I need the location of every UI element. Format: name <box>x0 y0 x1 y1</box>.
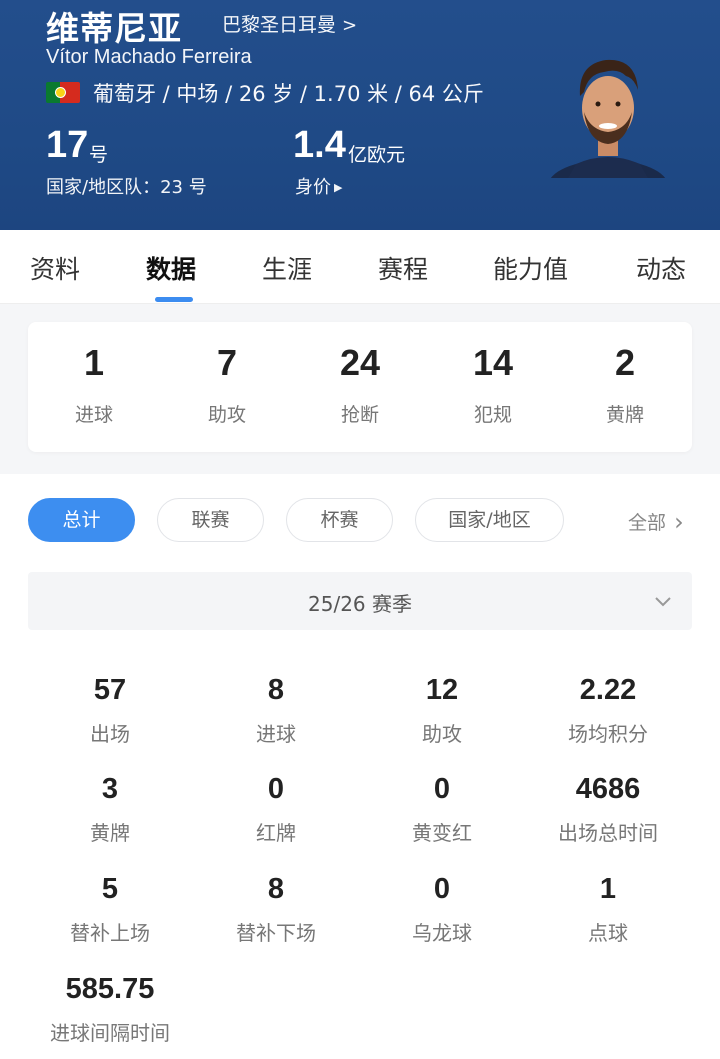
stat-label: 出场 <box>90 722 130 746</box>
stat-value: 2.22 <box>579 674 637 706</box>
portugal-flag-icon <box>46 82 80 103</box>
tab-schedule[interactable]: 赛程 <box>378 250 428 286</box>
stat-label: 黄牌 <box>90 821 130 845</box>
summary-value: 7 <box>216 342 238 383</box>
club-name: 巴黎圣日耳曼 <box>222 14 337 36</box>
summary-label: 黄牌 <box>605 404 644 426</box>
player-avatar <box>550 59 666 178</box>
tab-bar: 资料 数据 生涯 赛程 能力值 动态 <box>0 230 720 304</box>
shirt-number: 17 <box>46 124 89 166</box>
stat-label: 进球 <box>256 722 296 746</box>
filter-total[interactable]: 总计 <box>28 498 135 542</box>
stat-label: 进球间隔时间 <box>50 1021 170 1045</box>
tab-news[interactable]: 动态 <box>636 250 686 286</box>
stat-value: 12 <box>425 674 459 706</box>
tab-career[interactable]: 生涯 <box>262 250 312 286</box>
club-link[interactable]: 巴黎圣日耳曼 > <box>222 10 357 37</box>
filter-all-label: 全部 <box>628 512 667 534</box>
stat-value: 8 <box>267 873 285 905</box>
summary-label: 抢断 <box>340 404 379 426</box>
player-header: 维蒂尼亚 巴黎圣日耳曼 > Vítor Machado Ferreira 葡萄牙 … <box>0 0 720 230</box>
stat-label: 场均积分 <box>568 722 648 746</box>
stat-label: 乌龙球 <box>412 921 472 945</box>
stat-label: 替补上场 <box>70 921 150 945</box>
stat-label: 红牌 <box>256 821 296 845</box>
player-info: 葡萄牙 / 中场 / 26 岁 / 1.70 米 / 64 公斤 <box>93 82 484 106</box>
stat-value: 0 <box>433 773 451 805</box>
summary-value: 14 <box>472 342 514 383</box>
market-value: 1.4 <box>293 124 346 166</box>
summary-value: 2 <box>614 342 636 383</box>
tab-stats[interactable]: 数据 <box>146 250 196 286</box>
summary-label: 进球 <box>74 404 113 426</box>
summary-value: 24 <box>339 342 381 383</box>
play-arrow-icon: ▶ <box>334 181 343 194</box>
stat-value: 1 <box>599 873 617 905</box>
chevron-right-icon: › <box>674 508 684 536</box>
chevron-down-icon <box>655 597 671 607</box>
season-label: 25/26 赛季 <box>308 592 412 616</box>
filter-league[interactable]: 联赛 <box>157 498 264 542</box>
national-team-number: 国家/地区队：23 号 <box>46 177 207 198</box>
active-tab-indicator <box>155 297 193 302</box>
chevron-right-icon: > <box>342 15 358 36</box>
stat-value: 5 <box>101 873 119 905</box>
stat-label: 点球 <box>588 921 628 945</box>
player-full-name: Vítor Machado Ferreira <box>46 46 252 68</box>
summary-label: 犯规 <box>473 404 512 426</box>
tab-ability[interactable]: 能力值 <box>493 250 568 286</box>
stat-label: 出场总时间 <box>558 821 658 845</box>
stat-label: 黄变红 <box>412 821 472 845</box>
stat-label: 替补下场 <box>236 921 316 945</box>
market-value-unit: 亿欧元 <box>348 144 406 166</box>
filter-all-link[interactable]: 全部 › <box>628 508 684 536</box>
stat-value: 8 <box>267 674 285 706</box>
filter-national[interactable]: 国家/地区 <box>415 498 564 542</box>
market-value-label: 身价 <box>295 177 331 198</box>
stat-value: 4686 <box>575 773 641 805</box>
season-select[interactable]: 25/26 赛季 <box>28 572 692 630</box>
stat-value: 585.75 <box>65 973 155 1005</box>
summary-value: 1 <box>83 342 105 383</box>
summary-label: 助攻 <box>207 404 246 426</box>
stat-label: 助攻 <box>422 722 462 746</box>
stat-value: 3 <box>101 773 119 805</box>
shirt-number-unit: 号 <box>89 144 109 166</box>
tab-profile[interactable]: 资料 <box>30 250 80 286</box>
market-value-link[interactable]: 身价 ▶ <box>295 173 342 199</box>
stat-value: 0 <box>267 773 285 805</box>
stat-value: 0 <box>433 873 451 905</box>
player-name: 维蒂尼亚 <box>46 9 182 48</box>
summary-card: 1 进球 7 助攻 24 抢断 14 犯规 2 黄牌 <box>28 322 692 452</box>
filter-cup[interactable]: 杯赛 <box>286 498 393 542</box>
stat-value: 57 <box>93 674 127 706</box>
